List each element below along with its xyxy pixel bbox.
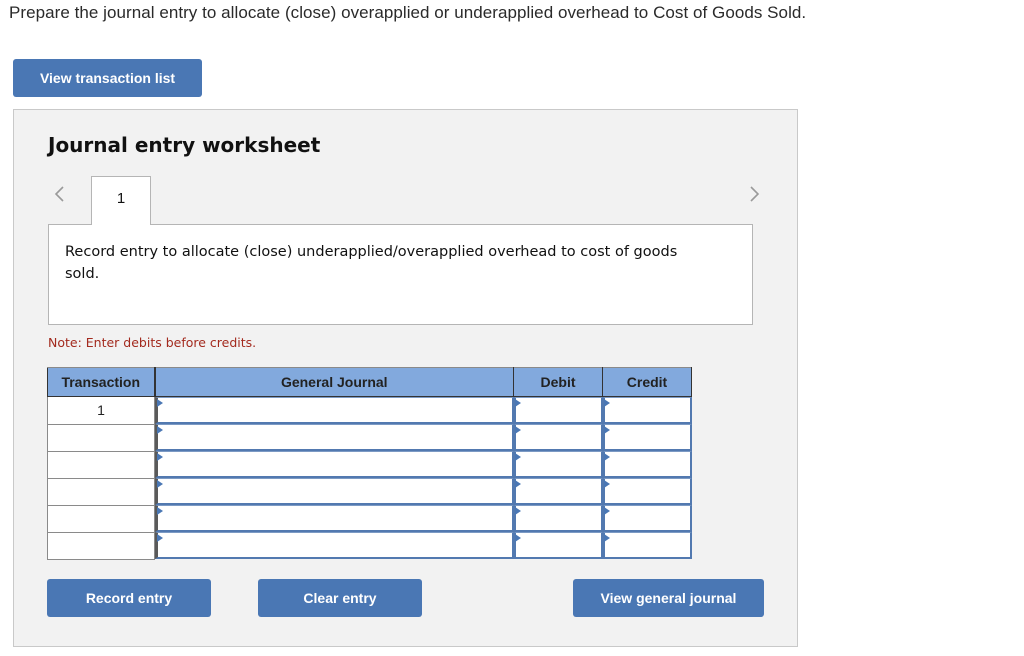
table-row: 1 — [47, 396, 692, 425]
debit-input[interactable] — [513, 397, 603, 424]
column-header-credit: Credit — [602, 367, 692, 397]
tab-entry-1[interactable]: 1 — [91, 176, 151, 225]
transaction-cell — [47, 477, 155, 506]
credit-cell — [602, 397, 692, 424]
debit-input[interactable] — [513, 451, 603, 478]
transaction-cell — [47, 531, 155, 560]
entry-note: Note: Enter debits before credits. — [48, 335, 257, 350]
account-cell — [155, 532, 514, 559]
table-row — [47, 504, 692, 533]
account-cell — [155, 397, 514, 424]
table-row — [47, 531, 692, 560]
account-dropdown[interactable] — [155, 451, 514, 478]
transaction-cell: 1 — [47, 396, 155, 425]
credit-cell — [602, 532, 692, 559]
tab-label: 1 — [116, 189, 126, 207]
account-cell — [155, 451, 514, 478]
chevron-right-icon[interactable] — [749, 184, 761, 204]
account-dropdown[interactable] — [155, 478, 514, 505]
column-header-general-journal: General Journal — [153, 367, 514, 397]
credit-cell — [602, 424, 692, 451]
table-row — [47, 477, 692, 506]
worksheet-title: Journal entry worksheet — [48, 133, 321, 157]
account-dropdown[interactable] — [155, 424, 514, 451]
entry-description-box: Record entry to allocate (close) underap… — [48, 224, 753, 325]
credit-cell — [602, 451, 692, 478]
journal-entry-worksheet: Journal entry worksheet 1 Record entry t… — [13, 109, 798, 647]
column-header-transaction: Transaction — [47, 367, 155, 397]
debit-input[interactable] — [513, 505, 603, 532]
credit-input[interactable] — [602, 505, 692, 532]
debit-cell — [513, 478, 603, 505]
transaction-cell — [47, 504, 155, 533]
account-cell — [155, 478, 514, 505]
account-dropdown[interactable] — [155, 397, 514, 424]
record-entry-button[interactable]: Record entry — [47, 579, 211, 617]
credit-input[interactable] — [602, 424, 692, 451]
chevron-left-icon[interactable] — [53, 184, 65, 204]
credit-input[interactable] — [602, 451, 692, 478]
credit-cell — [602, 505, 692, 532]
debit-cell — [513, 505, 603, 532]
credit-cell — [602, 478, 692, 505]
journal-table: Transaction General Journal Debit Credit… — [47, 367, 692, 560]
question-prompt: Prepare the journal entry to allocate (c… — [9, 3, 807, 22]
view-transaction-list-button[interactable]: View transaction list — [13, 59, 202, 97]
debit-cell — [513, 397, 603, 424]
debit-input[interactable] — [513, 424, 603, 451]
credit-input[interactable] — [602, 397, 692, 424]
account-cell — [155, 505, 514, 532]
credit-input[interactable] — [602, 532, 692, 559]
account-dropdown[interactable] — [155, 505, 514, 532]
column-header-debit: Debit — [513, 367, 603, 397]
credit-input[interactable] — [602, 478, 692, 505]
table-row — [47, 450, 692, 479]
transaction-cell — [47, 423, 155, 452]
account-dropdown[interactable] — [155, 532, 514, 559]
transaction-cell — [47, 450, 155, 479]
account-cell — [155, 424, 514, 451]
clear-entry-button[interactable]: Clear entry — [258, 579, 422, 617]
view-general-journal-button[interactable]: View general journal — [573, 579, 764, 617]
debit-cell — [513, 424, 603, 451]
debit-input[interactable] — [513, 532, 603, 559]
debit-input[interactable] — [513, 478, 603, 505]
debit-cell — [513, 451, 603, 478]
entry-description: Record entry to allocate (close) underap… — [65, 244, 678, 282]
table-row — [47, 423, 692, 452]
table-header-row: Transaction General Journal Debit Credit — [47, 367, 692, 397]
debit-cell — [513, 532, 603, 559]
